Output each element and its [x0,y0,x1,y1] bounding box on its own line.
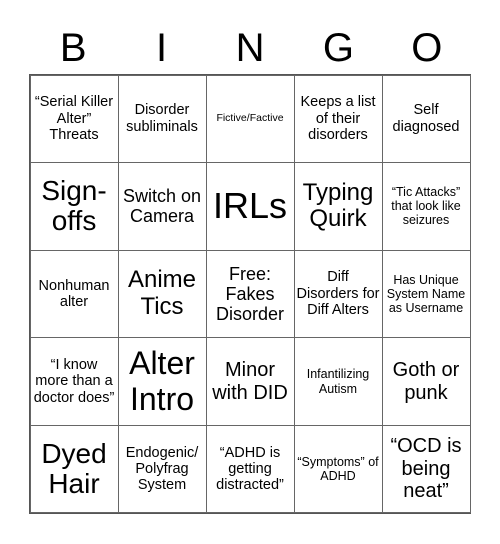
bingo-cell[interactable]: Typing Quirk [293,162,383,251]
bingo-cell-text: Alter Intro [129,345,195,417]
bingo-cell[interactable]: Self diagnosed [381,74,471,164]
bingo-cell[interactable]: “OCD is being neat” [381,424,471,514]
bingo-cell[interactable]: “Symptoms” of ADHD [293,424,383,514]
bingo-cell-text: Has Unique System Name as Username [386,272,466,316]
bingo-cell-text: IRLs [212,185,288,227]
bingo-cell-text: Disorder subliminals [126,102,198,135]
bingo-cell-text: Keeps a list of their disorders [300,94,376,143]
bingo-cell[interactable]: Has Unique System Name as Username [381,249,471,339]
bingo-cell-text: Dyed Hair [41,437,107,500]
bingo-cell-text: Goth or punk [392,359,460,404]
bingo-cell-text: “OCD is being neat” [390,435,462,503]
bingo-grid: “Serial Killer Alter” Threats Disorder su… [29,74,471,514]
bingo-cell-text: Free: Fakes Disorder [215,263,285,325]
bingo-cell-text: Minor with DID [212,359,288,404]
bingo-cell[interactable]: Diff Disorders for Diff Alters [293,249,383,339]
bingo-cell-text: Anime Tics [127,266,197,320]
bingo-cell-text: Typing Quirk [302,178,374,233]
bingo-cell[interactable]: IRLs [205,162,295,251]
bingo-cell-text: Switch on Camera [122,186,202,227]
bingo-cell-text: Endogenic/ Polyfrag System [125,444,199,494]
bingo-cell[interactable]: Infantilizing Autism [293,337,383,426]
header-letter-o: O [411,26,443,70]
bingo-cell-text: Infantilizing Autism [306,367,370,396]
bingo-cell[interactable]: Anime Tics [117,249,207,339]
bingo-cell[interactable]: Switch on Camera [117,162,207,251]
bingo-cell[interactable]: Minor with DID [205,337,295,426]
bingo-header: B I N G O [29,22,471,74]
bingo-cell-text: Fictive/Factive [216,111,284,124]
bingo-cell-text: Diff Disorders for Diff Alters [296,269,380,319]
bingo-cell[interactable]: Sign-offs [29,162,119,251]
header-letter-b: B [59,26,87,70]
bingo-cell[interactable]: Fictive/Factive [205,74,295,164]
bingo-cell-text: “Symptoms” of ADHD [297,455,379,484]
bingo-cell[interactable]: “ADHD is getting distracted” [205,424,295,514]
bingo-cell-text: Nonhuman alter [38,277,110,310]
bingo-cell[interactable]: Disorder subliminals [117,74,207,164]
bingo-cell[interactable]: Nonhuman alter [29,249,119,339]
bingo-cell[interactable]: “I know more than a doctor does” [29,337,119,426]
bingo-cell[interactable]: “Serial Killer Alter” Threats [29,74,119,164]
bingo-cell-text: “Serial Killer Alter” Threats [34,94,114,143]
bingo-cell[interactable]: Dyed Hair [29,424,119,514]
bingo-cell[interactable]: “Tic Attacks” that look like seizures [381,162,471,251]
bingo-cell[interactable]: Alter Intro [117,337,207,426]
bingo-cell-text: Self diagnosed [392,102,460,135]
bingo-cell[interactable]: Goth or punk [381,337,471,426]
bingo-cell[interactable]: Endogenic/ Polyfrag System [117,424,207,514]
header-letter-i: I [156,26,168,70]
bingo-cell-text: Sign-offs [41,175,107,237]
header-letter-n: N [235,26,265,70]
bingo-cell-text: “Tic Attacks” that look like seizures [391,185,461,228]
bingo-cell[interactable]: Keeps a list of their disorders [293,74,383,164]
header-letter-g: G [322,26,354,70]
bingo-cell[interactable]: Free: Fakes Disorder [205,249,295,339]
bingo-cell-text: “I know more than a doctor does” [33,357,115,406]
bingo-cell-text: “ADHD is getting distracted” [216,444,284,494]
